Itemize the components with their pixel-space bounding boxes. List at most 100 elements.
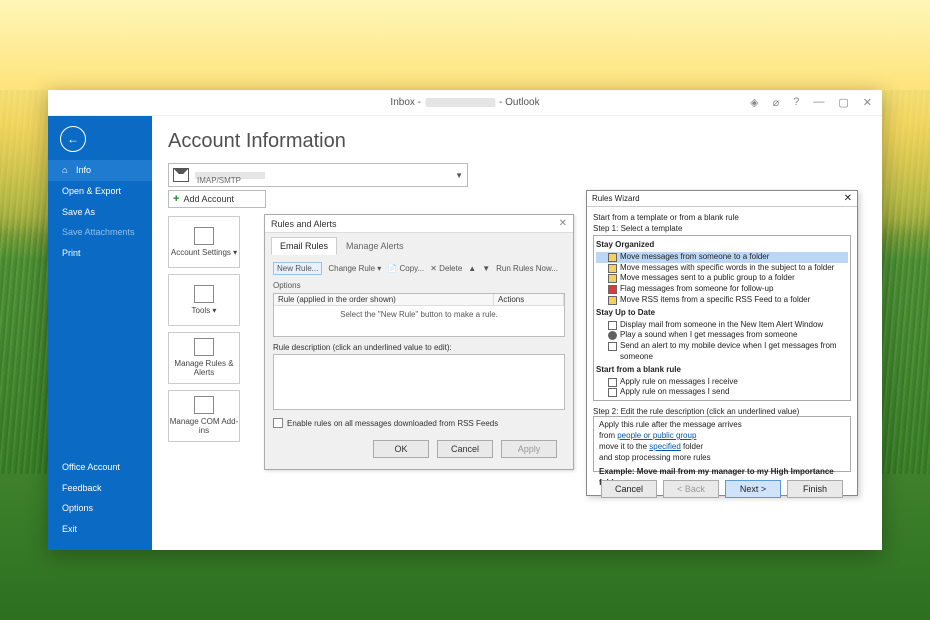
- dialog-title: Rules and Alerts: [271, 219, 337, 229]
- tile-com-addins[interactable]: Manage COM Add-ins: [168, 390, 240, 442]
- mail-icon: [173, 168, 189, 182]
- opt-label: Move messages sent to a public group to …: [620, 273, 795, 284]
- add-account-button[interactable]: + Add Account: [168, 190, 266, 208]
- account-settings-icon: [194, 227, 214, 245]
- sound-icon: [608, 331, 617, 340]
- wizard-finish-button[interactable]: Finish: [787, 480, 843, 498]
- rule-description-label: Rule description (click an underlined va…: [273, 343, 565, 352]
- tab-email-rules[interactable]: Email Rules: [271, 237, 337, 255]
- cat-stay-organized: Stay Organized: [596, 240, 848, 251]
- new-rule-button[interactable]: New Rule...: [273, 262, 322, 275]
- col-actions: Actions: [494, 294, 564, 305]
- tile-manage-rules[interactable]: Manage Rules & Alerts: [168, 332, 240, 384]
- cat-blank-rule: Start from a blank rule: [596, 365, 848, 376]
- titlebar-icon-2[interactable]: ⌀: [773, 96, 780, 109]
- com-icon: [194, 396, 214, 414]
- rules-empty-text: Select the "New Rule" button to make a r…: [274, 306, 564, 323]
- mail-in-icon: [608, 378, 617, 387]
- rules-options-button[interactable]: Options: [273, 281, 301, 290]
- wizard-title: Rules Wizard: [592, 194, 640, 203]
- sidebar-save-as[interactable]: Save As: [48, 202, 152, 223]
- opt-blank-receive[interactable]: Apply rule on messages I receive: [596, 377, 848, 388]
- copy-rule-button[interactable]: 📄 Copy...: [387, 264, 424, 273]
- flag-icon: [608, 285, 617, 294]
- add-account-label: Add Account: [183, 194, 234, 204]
- tile-tools[interactable]: Tools ▾: [168, 274, 240, 326]
- folder-icon: [608, 296, 617, 305]
- move-down-button[interactable]: ▼: [482, 264, 490, 273]
- opt-label: Send an alert to my mobile device when I…: [620, 341, 848, 363]
- opt-move-public-group[interactable]: Move messages sent to a public group to …: [596, 273, 848, 284]
- maximize-button[interactable]: ▢: [838, 96, 848, 109]
- sidebar-info-label: Info: [76, 165, 91, 175]
- titlebar-help-icon[interactable]: ?: [793, 96, 799, 109]
- opt-blank-send[interactable]: Apply rule on messages I send: [596, 387, 848, 398]
- sidebar-office-account[interactable]: Office Account: [48, 457, 152, 478]
- wizard-next-button[interactable]: Next >: [725, 480, 781, 498]
- opt-move-rss[interactable]: Move RSS items from a specific RSS Feed …: [596, 295, 848, 306]
- wizard-step1-label: Step 1: Select a template: [593, 224, 851, 233]
- minimize-button[interactable]: —: [813, 96, 824, 109]
- opt-label: Play a sound when I get messages from so…: [620, 330, 797, 341]
- dialog-close-icon[interactable]: ✕: [559, 218, 567, 229]
- rules-alerts-dialog: Rules and Alerts ✕ Email Rules Manage Al…: [264, 214, 574, 470]
- account-type-label: IMAP/SMTP: [197, 176, 241, 185]
- wizard-description-box[interactable]: Apply this rule after the message arrive…: [593, 416, 851, 472]
- opt-mobile-alert[interactable]: Send an alert to my mobile device when I…: [596, 341, 848, 363]
- template-listbox[interactable]: Stay Organized Move messages from someon…: [593, 235, 851, 401]
- tile-label: Manage COM Add-ins: [169, 418, 239, 436]
- tile-label: Manage Rules & Alerts: [169, 360, 239, 378]
- titlebar-icon-1[interactable]: ◈: [750, 96, 758, 109]
- dialog-tabs: Email Rules Manage Alerts: [265, 233, 573, 255]
- tab-manage-alerts[interactable]: Manage Alerts: [337, 237, 413, 255]
- opt-label: Move messages with specific words in the…: [620, 263, 834, 274]
- plus-icon: +: [173, 193, 179, 205]
- change-rule-button[interactable]: Change Rule ▾: [328, 264, 381, 273]
- link-people[interactable]: people or public group: [617, 431, 696, 440]
- opt-move-words-subject[interactable]: Move messages with specific words in the…: [596, 263, 848, 274]
- desc-line1: Apply this rule after the message arrive…: [599, 420, 845, 431]
- back-button[interactable]: ←: [60, 126, 86, 152]
- mobile-icon: [608, 342, 617, 351]
- opt-label: Flag messages from someone for follow-up: [620, 284, 773, 295]
- account-dropdown[interactable]: IMAP/SMTP ▼: [168, 163, 468, 187]
- tile-account-settings[interactable]: Account Settings ▾: [168, 216, 240, 268]
- opt-display-alert[interactable]: Display mail from someone in the New Ite…: [596, 320, 848, 331]
- rules-listbox[interactable]: Rule (applied in the order shown) Action…: [273, 293, 565, 337]
- link-specified[interactable]: specified: [649, 442, 681, 451]
- ok-button[interactable]: OK: [373, 440, 429, 458]
- tile-label: Account Settings ▾: [171, 249, 237, 258]
- opt-label: Move messages from someone to a folder: [620, 252, 769, 263]
- sidebar-options[interactable]: Options: [48, 498, 152, 519]
- run-rules-button[interactable]: Run Rules Now...: [496, 264, 558, 273]
- delete-rule-button[interactable]: ✕ Delete: [430, 264, 462, 273]
- mail-out-icon: [608, 388, 617, 397]
- opt-flag-followup[interactable]: Flag messages from someone for follow-up: [596, 284, 848, 295]
- sidebar-exit[interactable]: Exit: [48, 519, 152, 540]
- sidebar-info[interactable]: ⌂Info: [48, 160, 152, 181]
- opt-move-from-someone[interactable]: Move messages from someone to a folder: [596, 252, 848, 263]
- wizard-intro: Start from a template or from a blank ru…: [593, 213, 851, 222]
- sidebar-open-export[interactable]: Open & Export: [48, 181, 152, 202]
- rule-description-box[interactable]: [273, 354, 565, 410]
- page-title: Account Information: [168, 130, 866, 153]
- dialog-titlebar: Rules and Alerts ✕: [265, 215, 573, 233]
- sidebar-feedback[interactable]: Feedback: [48, 478, 152, 499]
- opt-play-sound[interactable]: Play a sound when I get messages from so…: [596, 330, 848, 341]
- cancel-button[interactable]: Cancel: [437, 440, 493, 458]
- content: ← ⌂Info Open & Export Save As Save Attac…: [48, 116, 882, 550]
- titlebar: Inbox - - Outlook ◈ ⌀ ? — ▢ ✕: [48, 90, 882, 116]
- title-email-redacted: [425, 98, 495, 107]
- folder-icon: [608, 264, 617, 273]
- wizard-titlebar: Rules Wizard ✕: [587, 191, 857, 207]
- close-button[interactable]: ✕: [863, 96, 872, 109]
- move-up-button[interactable]: ▲: [468, 264, 476, 273]
- opt-label: Move RSS items from a specific RSS Feed …: [620, 295, 810, 306]
- opt-label: Apply rule on messages I send: [620, 387, 729, 398]
- desc-line-from: from people or public group: [599, 431, 845, 442]
- sidebar-print[interactable]: Print: [48, 243, 152, 264]
- desc-line-stop: and stop processing more rules: [599, 453, 845, 464]
- rss-checkbox[interactable]: [273, 418, 283, 428]
- wizard-close-icon[interactable]: ✕: [844, 193, 852, 204]
- wizard-cancel-button[interactable]: Cancel: [601, 480, 657, 498]
